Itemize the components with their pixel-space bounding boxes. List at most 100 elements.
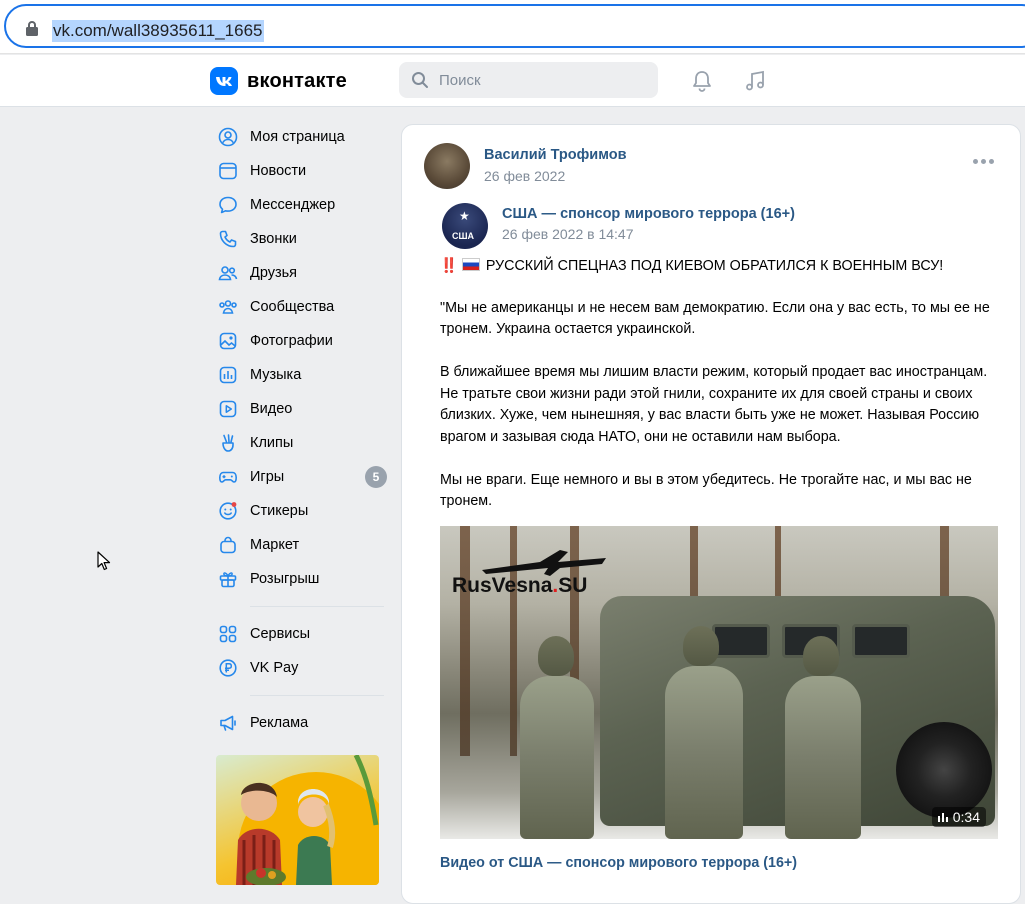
megaphone-icon <box>217 712 239 734</box>
sidebar-item-market[interactable]: Маркет <box>216 528 388 562</box>
post-card: Василий Трофимов 26 фев 2022 ★ США США —… <box>401 124 1021 904</box>
author-avatar[interactable] <box>424 143 470 189</box>
more-dots-icon <box>973 159 978 164</box>
gift-icon <box>217 568 239 590</box>
sidebar-item-label: Реклама <box>250 715 309 731</box>
sidebar-item-messenger[interactable]: Мессенджер <box>216 188 388 222</box>
tree-trunk <box>460 526 470 756</box>
games-count-badge: 5 <box>365 466 387 488</box>
russia-flag-icon <box>461 258 480 271</box>
sidebar-item-label: Клипы <box>250 435 294 451</box>
sidebar-item-communities[interactable]: Сообщества <box>216 290 388 324</box>
post-paragraph: Мы не враги. Еще немного и вы в этом убе… <box>440 471 972 510</box>
phone-icon <box>217 228 239 250</box>
url-box[interactable]: vk.com/wall38935611_1665 <box>4 4 1025 48</box>
music-icon <box>217 364 239 386</box>
sidebar-item-label: VK Pay <box>250 660 299 676</box>
duration-text: 0:34 <box>952 809 980 825</box>
sidebar-item-label: Маркет <box>250 537 300 553</box>
bell-icon <box>693 71 711 92</box>
vehicle-wheel <box>896 722 992 818</box>
sidebar-item-label: Музыка <box>250 367 302 383</box>
user-circle-icon <box>217 126 239 148</box>
post-headline: ‼️ РУССКИЙ СПЕЦНАЗ ПОД КИЕВОМ ОБРАТИЛСЯ К… <box>440 256 1000 278</box>
soldier-head <box>803 636 839 676</box>
sidebar-item-music[interactable]: Музыка <box>216 358 388 392</box>
sidebar-item-label: Фотографии <box>250 333 333 349</box>
video-caption-link[interactable]: Видео от США — спонсор мирового террора … <box>440 855 797 871</box>
sidebar-item-my-page[interactable]: Моя страница <box>216 120 388 154</box>
sidebar-item-friends[interactable]: Друзья <box>216 256 388 290</box>
video-watermark: RusVesna.SU <box>452 574 587 598</box>
sidebar-item-vk-pay[interactable]: VK Pay <box>216 651 388 685</box>
sidebar-item-label: Игры <box>250 469 285 485</box>
soldier-head <box>683 626 719 666</box>
more-dots-icon <box>981 159 986 164</box>
message-bubble-icon <box>217 194 239 216</box>
post-date[interactable]: 26 фев 2022 <box>484 168 565 184</box>
notifications-button[interactable] <box>688 67 716 95</box>
music-button[interactable] <box>741 67 769 95</box>
news-icon <box>217 160 239 182</box>
url-text[interactable]: vk.com/wall38935611_1665 <box>52 20 264 42</box>
music-note-icon <box>746 70 764 91</box>
video-icon <box>217 398 239 420</box>
search-box[interactable] <box>399 62 658 98</box>
double-exclamation-icon: ‼️ <box>440 258 458 274</box>
more-dots-icon <box>989 159 994 164</box>
sidebar-item-stickers[interactable]: Стикеры <box>216 494 388 528</box>
soldier-head <box>538 636 574 676</box>
video-duration: 0:34 <box>931 807 986 827</box>
sidebar-item-news[interactable]: Новости <box>216 154 388 188</box>
watermark-suffix: SU <box>558 574 588 597</box>
sidebar-item-ads[interactable]: Реклама <box>216 706 388 740</box>
post-paragraph: В ближайшее время мы лишим власти режим,… <box>440 364 988 445</box>
soldier-figure <box>520 636 594 839</box>
left-sidebar: Моя страница Новости Мессенджер Звонки Д… <box>216 120 388 740</box>
soldier-figure <box>785 636 861 839</box>
sidebar-item-calls[interactable]: Звонки <box>216 222 388 256</box>
post-paragraph: "Мы не американцы и не несем вам демокра… <box>440 299 990 338</box>
vk-header: вконтакте <box>0 55 1025 107</box>
mouse-cursor-icon <box>97 551 111 571</box>
bag-icon <box>217 534 239 556</box>
sidebar-item-label: Звонки <box>250 231 297 247</box>
video-thumbnail[interactable]: RusVesna.SU 0:34 <box>440 526 998 839</box>
soldier-figure <box>665 626 743 839</box>
post-author-name[interactable]: Василий Трофимов <box>484 147 627 163</box>
sidebar-item-label: Стикеры <box>250 503 309 519</box>
photo-icon <box>217 330 239 352</box>
vk-logo[interactable]: вконтакте <box>210 67 347 95</box>
sticker-icon <box>217 500 239 522</box>
sidebar-ad-banner[interactable] <box>216 755 379 885</box>
post-more-button[interactable] <box>973 159 994 164</box>
source-name[interactable]: США — спонсор мирового террора (16+) <box>502 206 795 222</box>
vehicle-window <box>852 624 910 658</box>
sidebar-item-label: Моя страница <box>250 129 345 145</box>
sidebar-item-label: Сообщества <box>250 299 335 315</box>
browser-address-bar: vk.com/wall38935611_1665 <box>0 0 1025 54</box>
star-icon: ★ <box>459 209 470 223</box>
sidebar-item-giveaway[interactable]: Розыгрыш <box>216 562 388 596</box>
ad-people-illustration <box>236 755 379 885</box>
sidebar-item-video[interactable]: Видео <box>216 392 388 426</box>
sidebar-item-label: Новости <box>250 163 307 179</box>
sidebar-item-games[interactable]: Игры 5 <box>216 460 388 494</box>
vk-letters-icon <box>216 76 232 86</box>
sidebar-item-label: Видео <box>250 401 293 417</box>
sidebar-item-services[interactable]: Сервисы <box>216 617 388 651</box>
vk-logo-icon <box>210 67 238 95</box>
sidebar-item-photos[interactable]: Фотографии <box>216 324 388 358</box>
friends-icon <box>217 262 239 284</box>
vk-logo-text: вконтакте <box>247 69 347 92</box>
search-icon <box>412 72 428 88</box>
sound-bars-icon <box>937 813 948 822</box>
sidebar-item-clips[interactable]: Клипы <box>216 426 388 460</box>
ruble-icon <box>217 657 239 679</box>
headline-text: РУССКИЙ СПЕЦНАЗ ПОД КИЕВОМ ОБРАТИЛСЯ К В… <box>485 258 944 274</box>
search-input[interactable] <box>439 71 639 89</box>
source-date[interactable]: 26 фев 2022 в 14:47 <box>502 226 634 242</box>
source-avatar[interactable]: ★ США <box>442 203 488 249</box>
sidebar-item-label: Сервисы <box>250 626 311 642</box>
watermark-prefix: RusVesna <box>452 574 553 597</box>
